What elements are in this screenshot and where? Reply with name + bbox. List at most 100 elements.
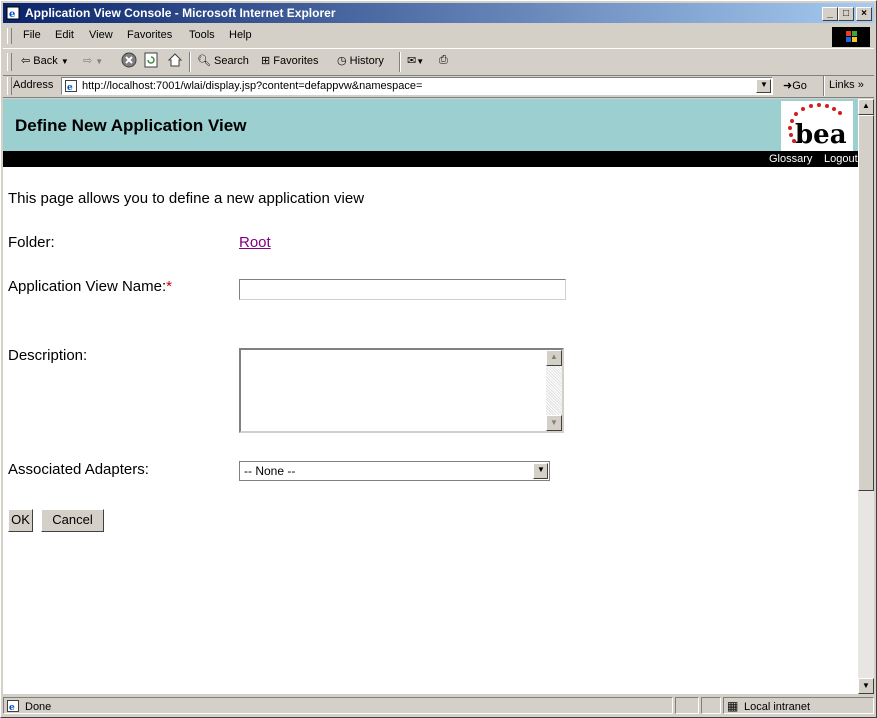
status-bar: e Done ▦ Local intranet [3,696,874,715]
favorites-icon: ⊞ [261,55,271,67]
home-button[interactable] [167,52,183,71]
intro-text: This page allows you to define a new app… [8,190,365,207]
address-grip [7,77,12,95]
page-scroll-down-button[interactable]: ▼ [858,678,874,694]
menu-view[interactable]: View [89,29,113,41]
maximize-button[interactable]: □ [838,7,854,21]
page-scroll-up-button[interactable]: ▲ [858,99,874,115]
arrow-down-icon: ▼ [550,418,558,427]
history-label: History [349,55,384,67]
forward-button[interactable]: ⇨ ▼ [83,54,103,67]
required-marker: * [166,278,172,295]
forward-dropdown-icon[interactable]: ▼ [95,57,103,66]
ie-page-icon: e [6,6,20,20]
mail-icon: ✉ [407,55,417,67]
toolbar-separator [399,52,401,72]
stop-button[interactable] [121,52,137,71]
cancel-button[interactable]: Cancel [41,509,104,532]
go-label: Go [792,80,807,92]
description-label: Description: [8,347,88,364]
favorites-label: Favorites [273,55,319,67]
history-button[interactable]: ◷ History [337,54,384,67]
page-icon: e [65,80,77,92]
windows-logo-icon [832,27,870,47]
status-text: Done [25,701,52,713]
nav-bar: Glossary Logout [3,151,858,167]
print-icon: ⎙ [439,54,448,66]
app-view-name-input[interactable] [239,279,566,300]
adapters-select[interactable]: -- None -- ▼ [239,461,550,481]
stop-icon [121,52,137,68]
status-cell-empty [675,697,699,714]
logout-link[interactable]: Logout [824,153,858,165]
search-label: Search [214,55,249,67]
description-textarea[interactable]: ▲ ▼ [239,348,564,433]
svg-text:e: e [67,83,73,92]
toolbar-grip [7,53,12,71]
status-zone-cell: ▦ Local intranet [723,697,874,714]
page-done-icon: e [7,700,19,712]
intranet-icon: ▦ [727,699,739,713]
scroll-up-button[interactable]: ▲ [546,350,562,366]
svg-text:e: e [9,9,15,20]
menu-tools[interactable]: Tools [189,29,215,41]
page-scroll-thumb[interactable] [858,115,874,491]
back-dropdown-icon[interactable]: ▼ [61,57,69,66]
page-viewport: Define New Application View bea Glossary… [3,99,858,694]
folder-root-link[interactable]: Root [239,234,271,251]
menu-edit[interactable]: Edit [55,29,74,41]
address-input[interactable]: e http://localhost:7001/wlai/display.jsp… [61,77,773,95]
print-button[interactable]: ⎙ [439,54,448,67]
favorites-button[interactable]: ⊞ Favorites [261,54,319,67]
go-arrow-icon: ➜ [783,80,793,92]
links-button[interactable]: Links » [829,79,864,91]
status-main-cell: e Done [3,697,673,714]
back-button[interactable]: ⇦ Back ▼ [21,54,69,67]
folder-label: Folder: [8,234,55,251]
svg-text:bea: bea [795,120,847,150]
history-icon: ◷ [337,55,347,67]
refresh-icon [144,52,158,68]
scroll-down-button[interactable]: ▼ [546,415,562,431]
page-banner: Define New Application View bea [3,99,858,151]
menu-help[interactable]: Help [229,29,252,41]
address-url: http://localhost:7001/wlai/display.jsp?c… [82,80,423,92]
page-scrollbar[interactable]: ▲ ▼ [858,99,874,694]
links-label: Links [829,79,855,91]
address-dropdown-button[interactable]: ▼ [756,79,771,93]
search-icon: 🔍︎ [197,55,211,67]
menu-grip [7,28,12,44]
menu-bar: File Edit View Favorites Tools Help [3,25,874,47]
chevron-right-icon: » [857,79,864,91]
ok-button[interactable]: OK [8,509,33,532]
go-button[interactable]: ➜Go [783,79,807,92]
address-label: Address [13,79,54,91]
adapters-dropdown-button[interactable]: ▼ [533,463,548,479]
adapters-selected-value: -- None -- [244,464,296,478]
arrow-down-icon: ▼ [862,681,870,690]
chevron-down-icon: ▼ [537,465,545,474]
standard-toolbar: ⇦ Back ▼ ⇨ ▼ 🔍︎ Search ⊞ Favorites ◷ His… [3,48,874,76]
adapters-label: Associated Adapters: [8,461,149,478]
textarea-scrollbar[interactable]: ▲ ▼ [546,350,562,431]
arrow-up-icon: ▲ [862,101,870,110]
title-bar: e Application View Console - Microsoft I… [3,3,874,23]
arrow-up-icon: ▲ [550,352,558,361]
chevron-down-icon: ▼ [760,80,768,89]
close-button[interactable]: × [856,7,872,21]
page-title: Define New Application View [15,116,247,135]
glossary-link[interactable]: Glossary [769,153,812,165]
search-button[interactable]: 🔍︎ Search [197,54,249,67]
mail-dropdown-icon[interactable]: ▼ [416,57,424,66]
menu-file[interactable]: File [23,29,41,41]
minimize-button[interactable]: _ [822,7,838,21]
mail-button[interactable]: ✉▼ [407,54,424,67]
status-cell-empty [701,697,721,714]
menu-favorites[interactable]: Favorites [127,29,172,41]
bea-logo: bea [781,101,853,151]
back-arrow-icon: ⇦ [21,55,31,67]
refresh-button[interactable] [143,52,159,71]
back-label: Back [33,55,58,67]
toolbar-separator [189,52,191,72]
home-icon [167,53,183,67]
